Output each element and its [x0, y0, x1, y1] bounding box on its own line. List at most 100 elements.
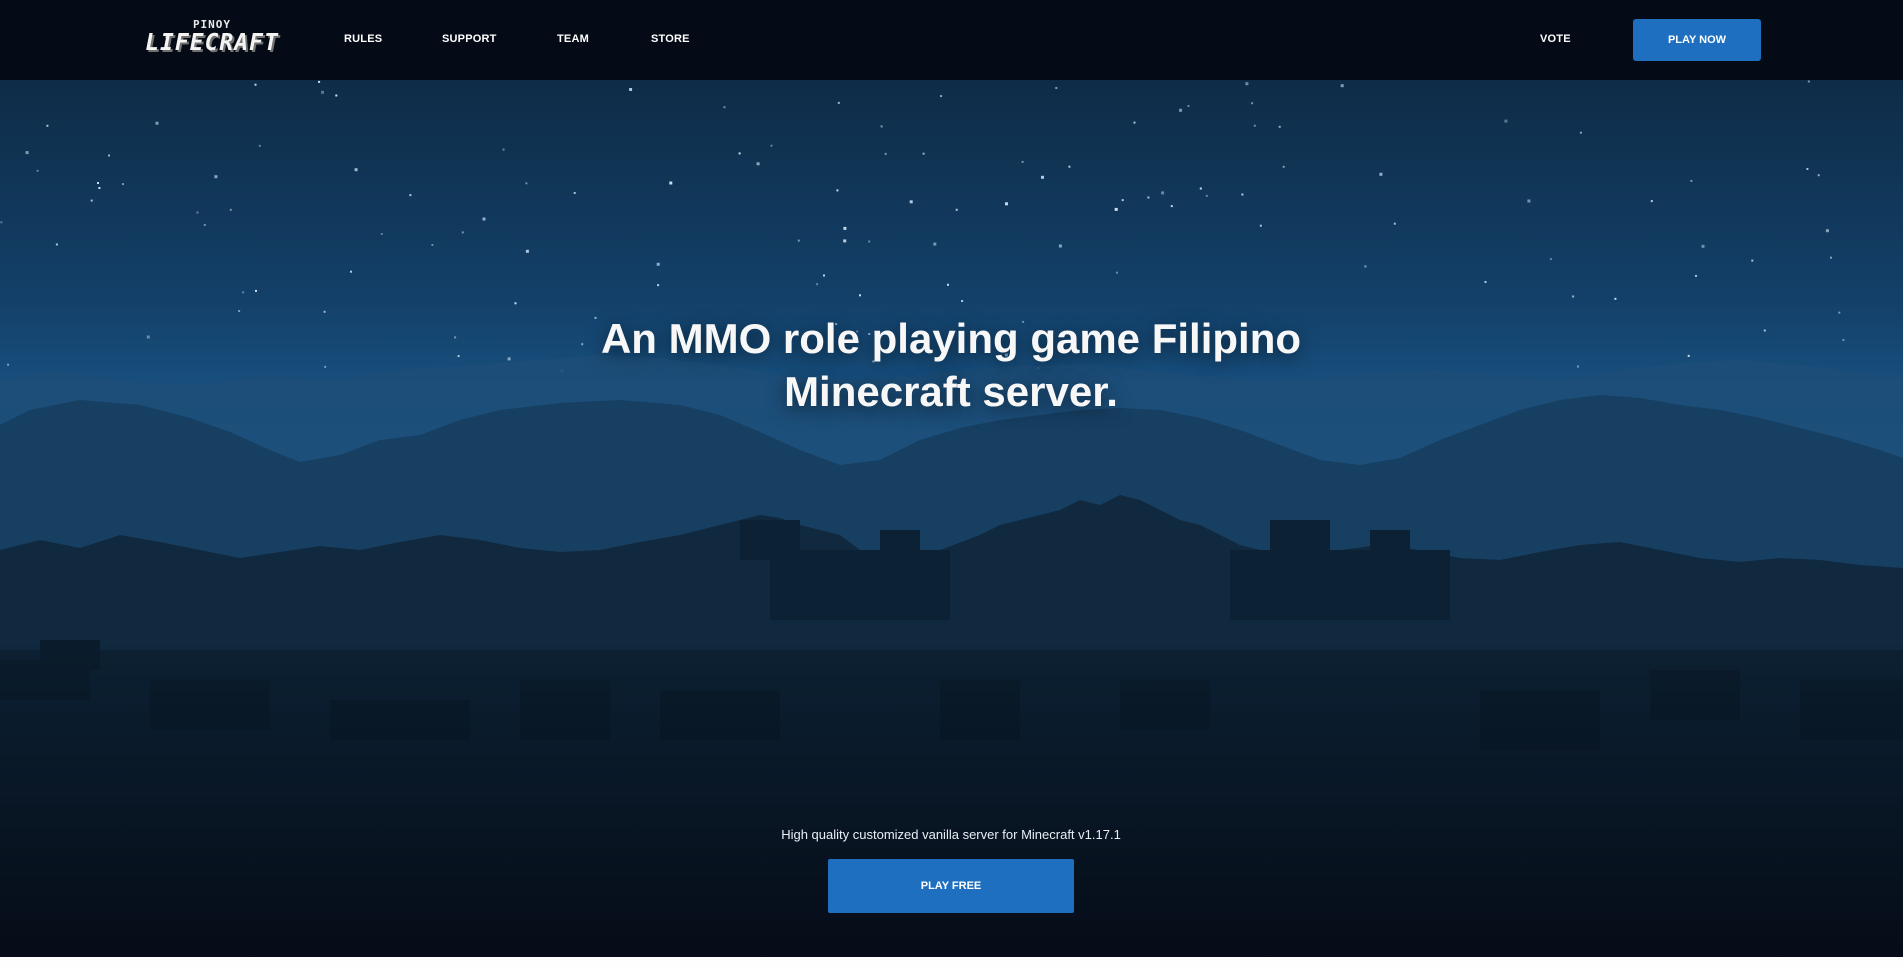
star: [837, 101, 840, 104]
logo[interactable]: PINOY LIFECRAFT: [143, 18, 281, 58]
star: [1241, 193, 1244, 196]
star: [1549, 258, 1552, 261]
hero-section: An MMO role playing game Filipino Minecr…: [0, 80, 1903, 957]
star: [1650, 200, 1653, 203]
star: [335, 94, 338, 97]
star: [502, 148, 505, 151]
hero-headline: An MMO role playing game Filipino Minecr…: [451, 312, 1451, 418]
star: [1838, 311, 1841, 314]
star: [1579, 131, 1582, 134]
star: [836, 189, 839, 192]
star: [258, 144, 261, 147]
nav-team[interactable]: TEAM: [557, 33, 589, 45]
star: [431, 244, 434, 246]
star: [1807, 80, 1810, 83]
star: [36, 169, 39, 172]
star: [461, 231, 464, 234]
nav-store[interactable]: STORE: [651, 33, 690, 45]
star: [525, 182, 528, 185]
nav-support[interactable]: SUPPORT: [442, 33, 497, 45]
star: [884, 152, 887, 155]
star: [909, 200, 913, 204]
star: [350, 270, 352, 273]
star: [1121, 199, 1124, 202]
star: [1817, 174, 1820, 177]
play-now-button[interactable]: PLAY NOW: [1633, 19, 1761, 61]
star: [254, 83, 257, 86]
star: [242, 291, 245, 294]
logo-main-text: LIFECRAFT: [145, 30, 279, 56]
star: [354, 168, 358, 172]
star: [229, 208, 232, 211]
star: [1278, 125, 1281, 128]
star: [1058, 244, 1062, 248]
star: [1179, 108, 1183, 112]
play-free-button[interactable]: PLAY FREE: [828, 859, 1074, 913]
star: [1825, 229, 1829, 233]
star: [629, 88, 633, 91]
star: [1695, 274, 1697, 277]
star: [1484, 281, 1487, 283]
star: [940, 95, 943, 98]
star: [1364, 265, 1367, 268]
nav-vote[interactable]: VOTE: [1540, 33, 1571, 45]
star: [843, 226, 847, 230]
star: [1572, 295, 1575, 298]
star: [196, 211, 199, 214]
star: [1614, 297, 1617, 300]
star: [55, 243, 58, 246]
nav-rules[interactable]: RULES: [344, 33, 382, 45]
star: [97, 182, 99, 184]
star: [108, 154, 110, 157]
star: [409, 194, 412, 197]
star: [7, 363, 10, 366]
star: [514, 302, 517, 305]
star: [1701, 244, 1705, 248]
star: [1527, 199, 1531, 203]
star: [146, 335, 150, 339]
star: [1147, 196, 1150, 199]
star: [1187, 105, 1190, 107]
star: [1199, 187, 1202, 190]
star: [1340, 84, 1344, 88]
star: [1282, 165, 1285, 168]
star: [46, 124, 49, 127]
hero-subtitle: High quality customized vanilla server f…: [781, 827, 1121, 842]
star: [155, 121, 159, 125]
star: [25, 151, 29, 155]
star: [961, 300, 964, 302]
star: [1504, 119, 1508, 123]
star: [525, 249, 529, 253]
star: [1687, 354, 1690, 357]
star: [1842, 339, 1845, 342]
star: [255, 289, 257, 292]
star: [868, 240, 871, 243]
star: [922, 152, 925, 155]
star: [1055, 87, 1058, 89]
hero-headline-line2: Minecraft server.: [784, 368, 1118, 415]
star: [823, 274, 825, 277]
star: [1251, 102, 1254, 105]
star: [1259, 224, 1262, 227]
star: [738, 152, 741, 155]
page: PINOY LIFECRAFT RULES SUPPORT TEAM STORE…: [0, 0, 1903, 957]
star: [0, 221, 3, 224]
star: [318, 80, 321, 83]
star: [1806, 168, 1809, 170]
hero-headline-line1: An MMO role playing game Filipino: [600, 315, 1302, 362]
star: [1161, 191, 1165, 195]
star: [1005, 202, 1008, 206]
star: [723, 106, 726, 109]
star: [1690, 179, 1693, 182]
star: [657, 284, 660, 287]
star: [214, 175, 218, 179]
star: [323, 310, 326, 313]
star: [1379, 172, 1383, 176]
star: [573, 192, 576, 194]
star: [797, 239, 800, 242]
star: [1116, 271, 1118, 274]
star: [1253, 124, 1256, 127]
star: [1830, 256, 1832, 259]
star: [90, 199, 93, 202]
site-header: PINOY LIFECRAFT RULES SUPPORT TEAM STORE…: [0, 0, 1903, 80]
